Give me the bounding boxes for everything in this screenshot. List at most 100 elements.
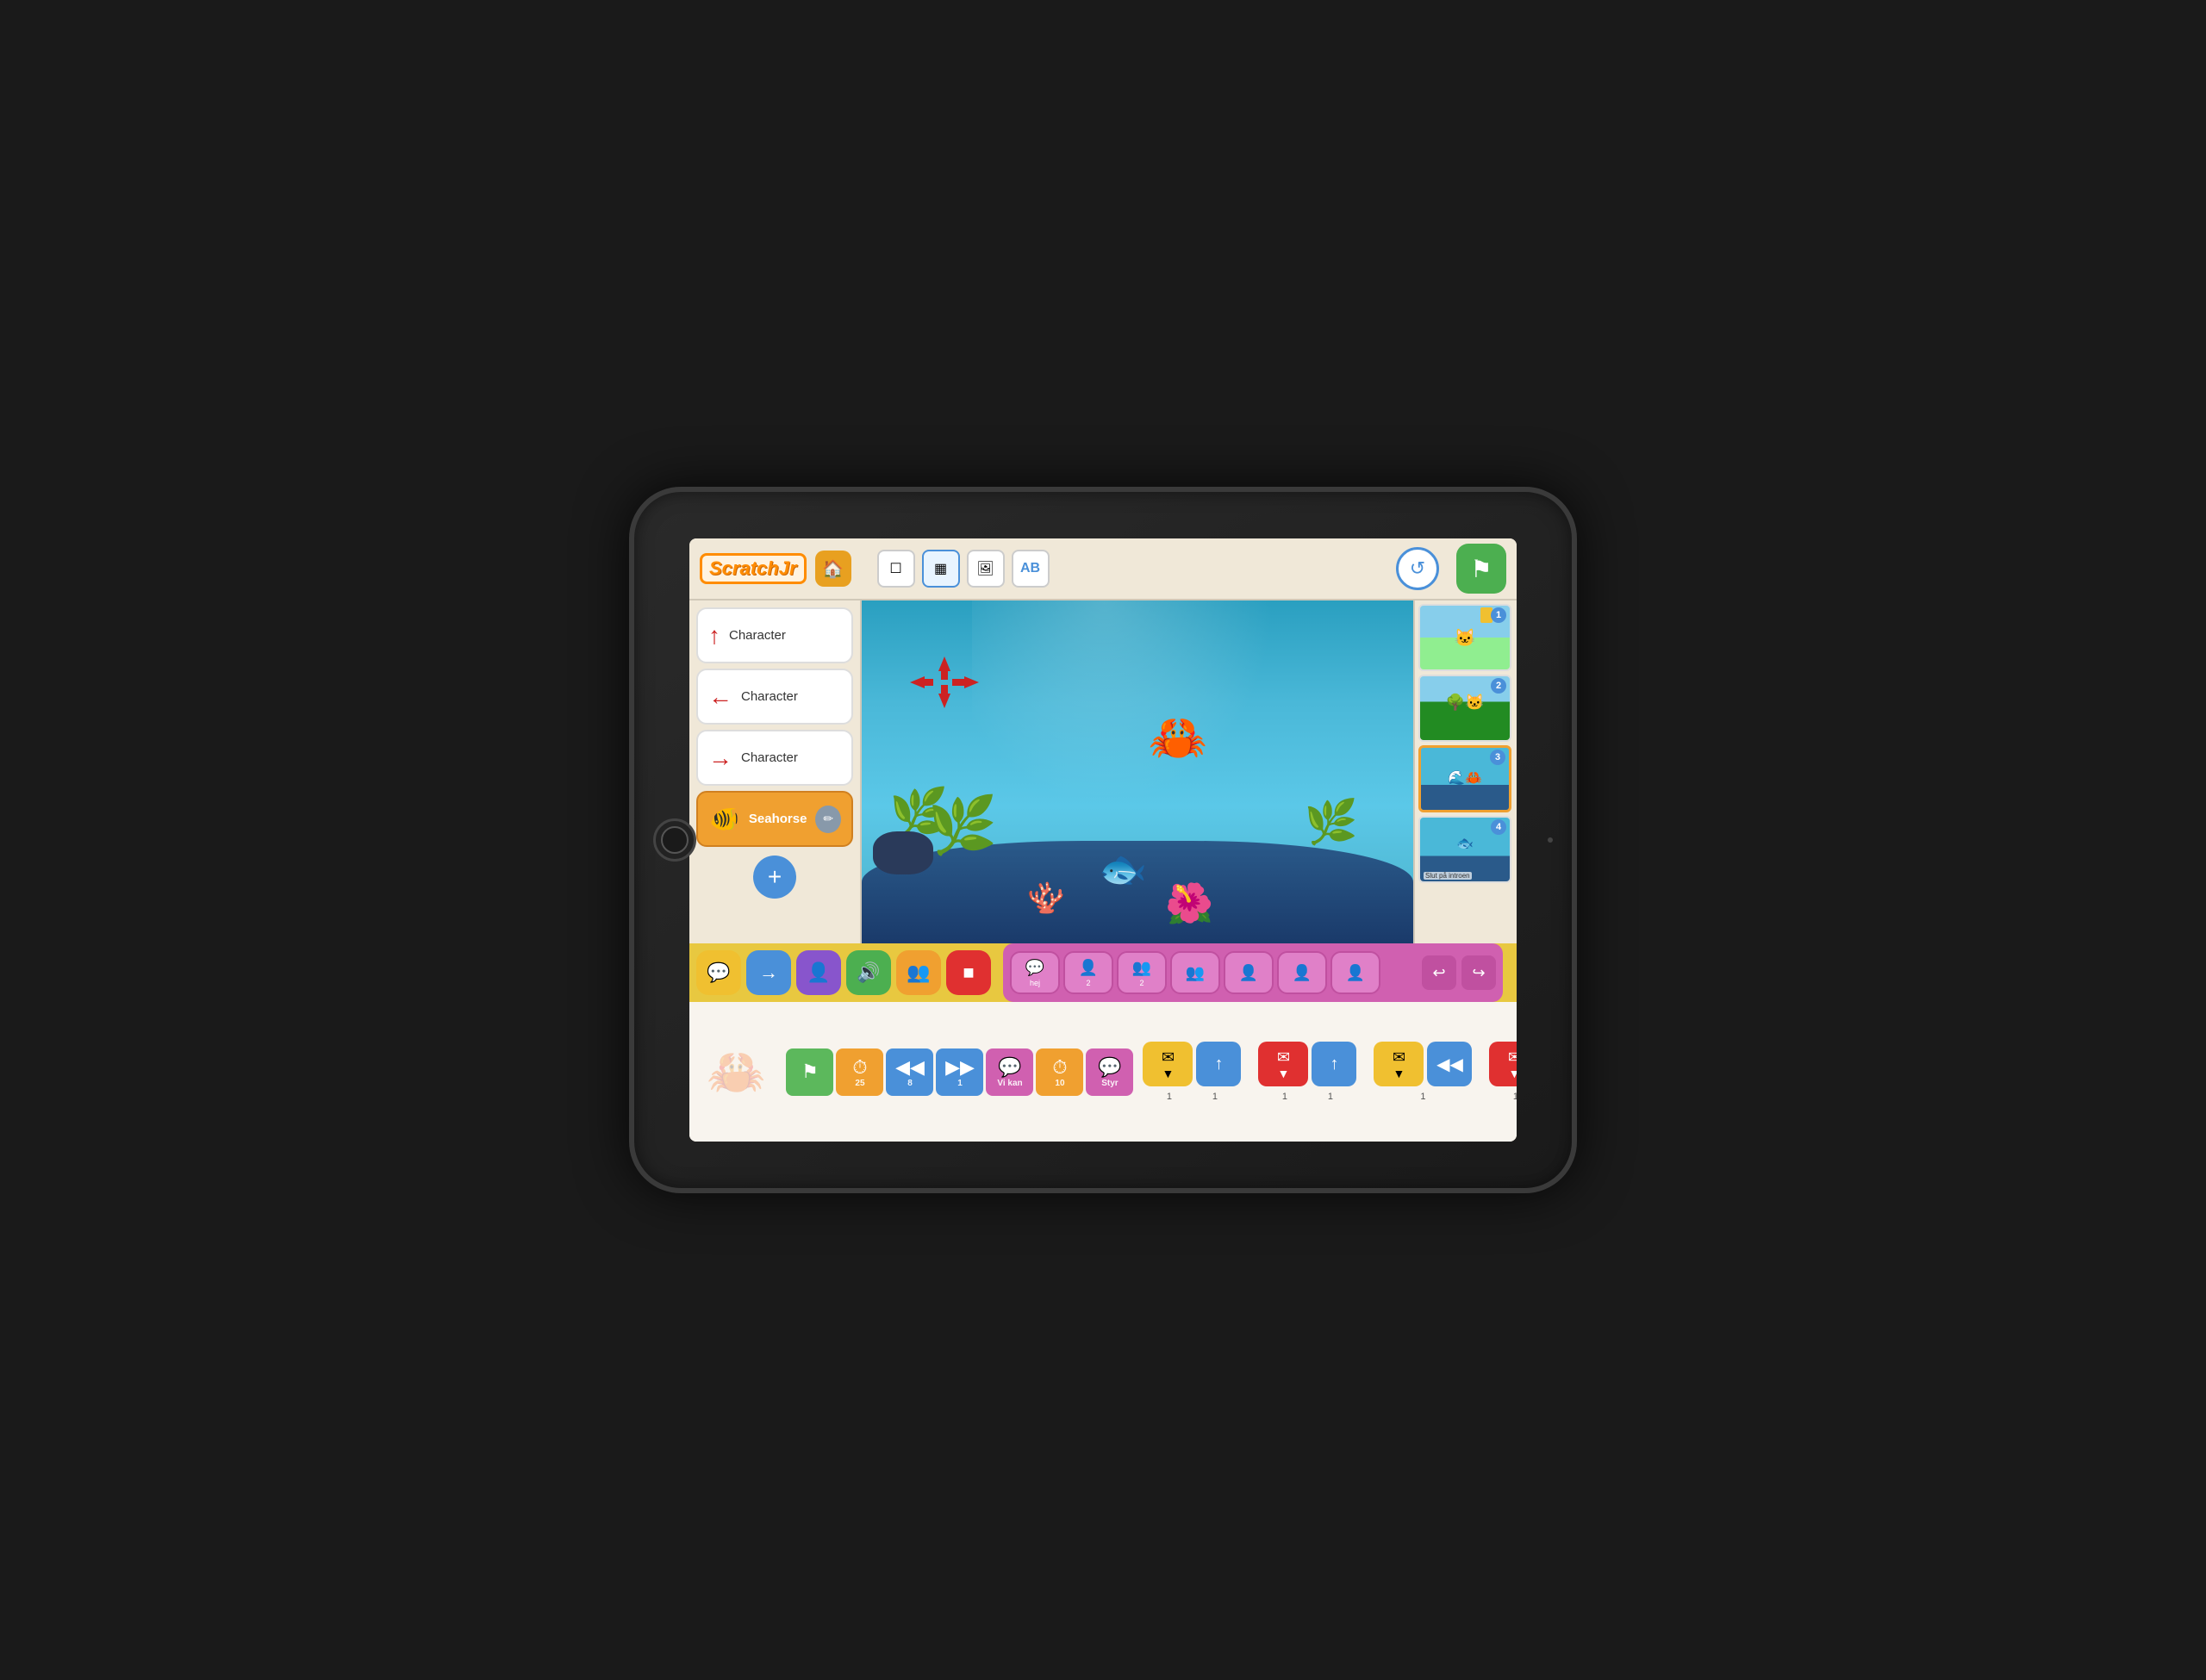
text-button[interactable]: AB [1012,550,1050,588]
light-rays [972,600,1303,841]
seaweed-right: 🌿 [1305,797,1358,848]
msg-block-2-nums: 1 1 [1258,1092,1356,1102]
stage: 🌿 🌿 🌿 🪸 🌺 🐟 🦀 [862,600,1413,943]
sprite-item-1[interactable]: ↑ Character [696,607,853,663]
msg-send-2[interactable]: ✉ ▼ [1258,1042,1308,1086]
trigger-palette-btn[interactable]: 💬 [696,950,741,995]
sprite-1-name: Character [729,628,786,643]
sprite-3-name: Character [741,750,798,765]
sprite-item-2[interactable]: ← Character [696,669,853,725]
sound-palette-btn[interactable]: 🔊 [846,950,891,995]
move-left-block[interactable]: ◀◀ 8 [886,1048,933,1096]
reset-button[interactable]: ↺ [1396,547,1439,590]
say-block-1[interactable]: 💬 Vi kan [986,1048,1033,1096]
move-right-label: 1 [957,1079,963,1088]
code-chain: ⚑ ⏱ 25 ◀◀ 8 ▶▶ 1 💬 [786,1048,1136,1096]
undo-button[interactable]: ↩ [1422,955,1456,990]
edit-sprite-button[interactable]: ✏ [815,806,841,833]
move-arrows [906,652,983,717]
end-palette-btn[interactable]: ■ [946,950,991,995]
msg-3-num: 1 [1420,1092,1425,1102]
msg-up-1[interactable]: ↑ [1196,1042,1241,1086]
control-palette-btn[interactable]: 👥 [896,950,941,995]
msg-2-num: 1 [1282,1092,1287,1102]
arrow-up-icon: ↑ [708,622,720,650]
seahorse-on-stage[interactable]: 🦀 [1149,710,1207,766]
redo-button[interactable]: ↪ [1461,955,1496,990]
msg-block-3-group: ✉ ▼ ◀◀ [1374,1042,1472,1086]
msg-block-1-group: ✉ ▼ ↑ [1143,1042,1241,1086]
seahorse-sprite-icon: 🐠 [708,802,740,837]
prog-block-1[interactable]: 💬 hej [1010,951,1060,994]
sprite-list: ↑ Character ← Character → Character 🐠 Se… [689,600,862,943]
scene-num-4: 4 [1491,819,1506,835]
flag-start-block[interactable]: ⚑ [786,1048,833,1096]
scene-thumb-4[interactable]: 4 Slut på introen 🐟 [1418,816,1511,883]
fish-sprite: 🐟 [1099,846,1147,892]
stage-area: 🌿 🌿 🌿 🪸 🌺 🐟 🦀 [862,600,1413,943]
app-title: ScratchJr [700,553,807,584]
scene-num-2: 2 [1491,678,1506,694]
prog-block-5[interactable]: 👤 [1224,951,1274,994]
layout2-button[interactable]: ▦ [922,550,960,588]
msg-col-4: ✉ ▼ ▶▶ 1 1 [1489,1042,1517,1102]
camera-dot [1548,837,1553,843]
background-button[interactable]: 🖼 [967,550,1005,588]
wait-block-1[interactable]: ⏱ 25 [836,1048,883,1096]
arrow-right-icon: → [708,744,732,772]
coral-1: 🪸 [1027,880,1065,916]
wait-1-label: 25 [855,1079,864,1088]
prog-block-3[interactable]: 👥 2 [1117,951,1167,994]
play-button[interactable]: ⚑ [1456,544,1506,594]
sprite-item-4[interactable]: 🐠 Seahorse ✏ [696,791,853,847]
sprite-2-name: Character [741,689,798,704]
msg-up-2[interactable]: ↑ [1312,1042,1356,1086]
layout1-button[interactable]: ☐ [877,550,915,588]
msg-block-3-nums: 1 [1374,1092,1472,1102]
move-right-block[interactable]: ▶▶ 1 [936,1048,983,1096]
msg-send-3[interactable]: ✉ ▼ [1374,1042,1424,1086]
msg-block-2-group: ✉ ▼ ↑ [1258,1042,1356,1086]
motion-palette-btn[interactable]: → [746,950,791,995]
msg-col-1: ✉ ▼ ↑ 1 1 [1143,1042,1241,1102]
sprite-4-name: Seahorse [749,812,807,826]
msg-send-4[interactable]: ✉ ▼ [1489,1042,1517,1086]
home-button[interactable] [653,818,696,862]
coding-area-sprite-icon: 🦀 [707,1044,765,1100]
undo-redo-buttons: ↩ ↪ [1422,955,1496,990]
main-content: ↑ Character ← Character → Character 🐠 Se… [689,600,1517,943]
prog-block-3-label: 2 [1139,979,1144,987]
msg-left-3[interactable]: ◀◀ [1427,1042,1472,1086]
prog-block-6[interactable]: 👤 [1277,951,1327,994]
say-block-2[interactable]: 💬 Styr [1086,1048,1133,1096]
top-tools: ☐ ▦ 🖼 AB [877,550,1050,588]
msg-send-1[interactable]: ✉ ▼ [1143,1042,1193,1086]
wait-block-2[interactable]: ⏱ 10 [1036,1048,1083,1096]
arrow-left-icon: ← [708,683,732,711]
scene-thumb-2[interactable]: 2 🌳🐱 [1418,675,1511,742]
scene-thumb-3[interactable]: 3 🌊🦀 [1418,745,1511,812]
home-nav-button[interactable]: 🏠 [815,551,851,587]
sprite-item-3[interactable]: → Character [696,730,853,786]
msg-1-num2: 1 [1212,1092,1218,1102]
scene-4-label: Slut på introen [1424,872,1472,880]
add-sprite-button[interactable]: + [753,856,796,899]
say-2-label: Styr [1101,1079,1118,1088]
msg-block-4-nums: 1 1 [1489,1092,1517,1102]
coral-2: 🌺 [1165,880,1213,926]
msg-col-3: ✉ ▼ ◀◀ 1 [1374,1042,1472,1102]
prog-block-4[interactable]: 👥 [1170,951,1220,994]
msg-4-num: 1 [1513,1092,1517,1102]
prog-block-7[interactable]: 👤 [1330,951,1380,994]
bottom-area: 💬 → 👤 🔊 👥 ■ 💬 hej 👤 2 [689,943,1517,1142]
prog-block-2[interactable]: 👤 2 [1063,951,1113,994]
screen: ScratchJr 🏠 ☐ ▦ 🖼 AB ↺ ⚑ ↑ Character [689,538,1517,1142]
prog-block-1-label: hej [1030,979,1040,987]
top-bar: ScratchJr 🏠 ☐ ▦ 🖼 AB ↺ ⚑ [689,538,1517,600]
move-left-label: 8 [907,1079,913,1088]
scene-thumb-1[interactable]: 1 🐱 [1418,604,1511,671]
prog-block-2-label: 2 [1086,979,1090,987]
say-1-label: Vi kan [997,1079,1022,1088]
block-palette: 💬 → 👤 🔊 👥 ■ 💬 hej 👤 2 [689,943,1517,1002]
looks-palette-btn[interactable]: 👤 [796,950,841,995]
